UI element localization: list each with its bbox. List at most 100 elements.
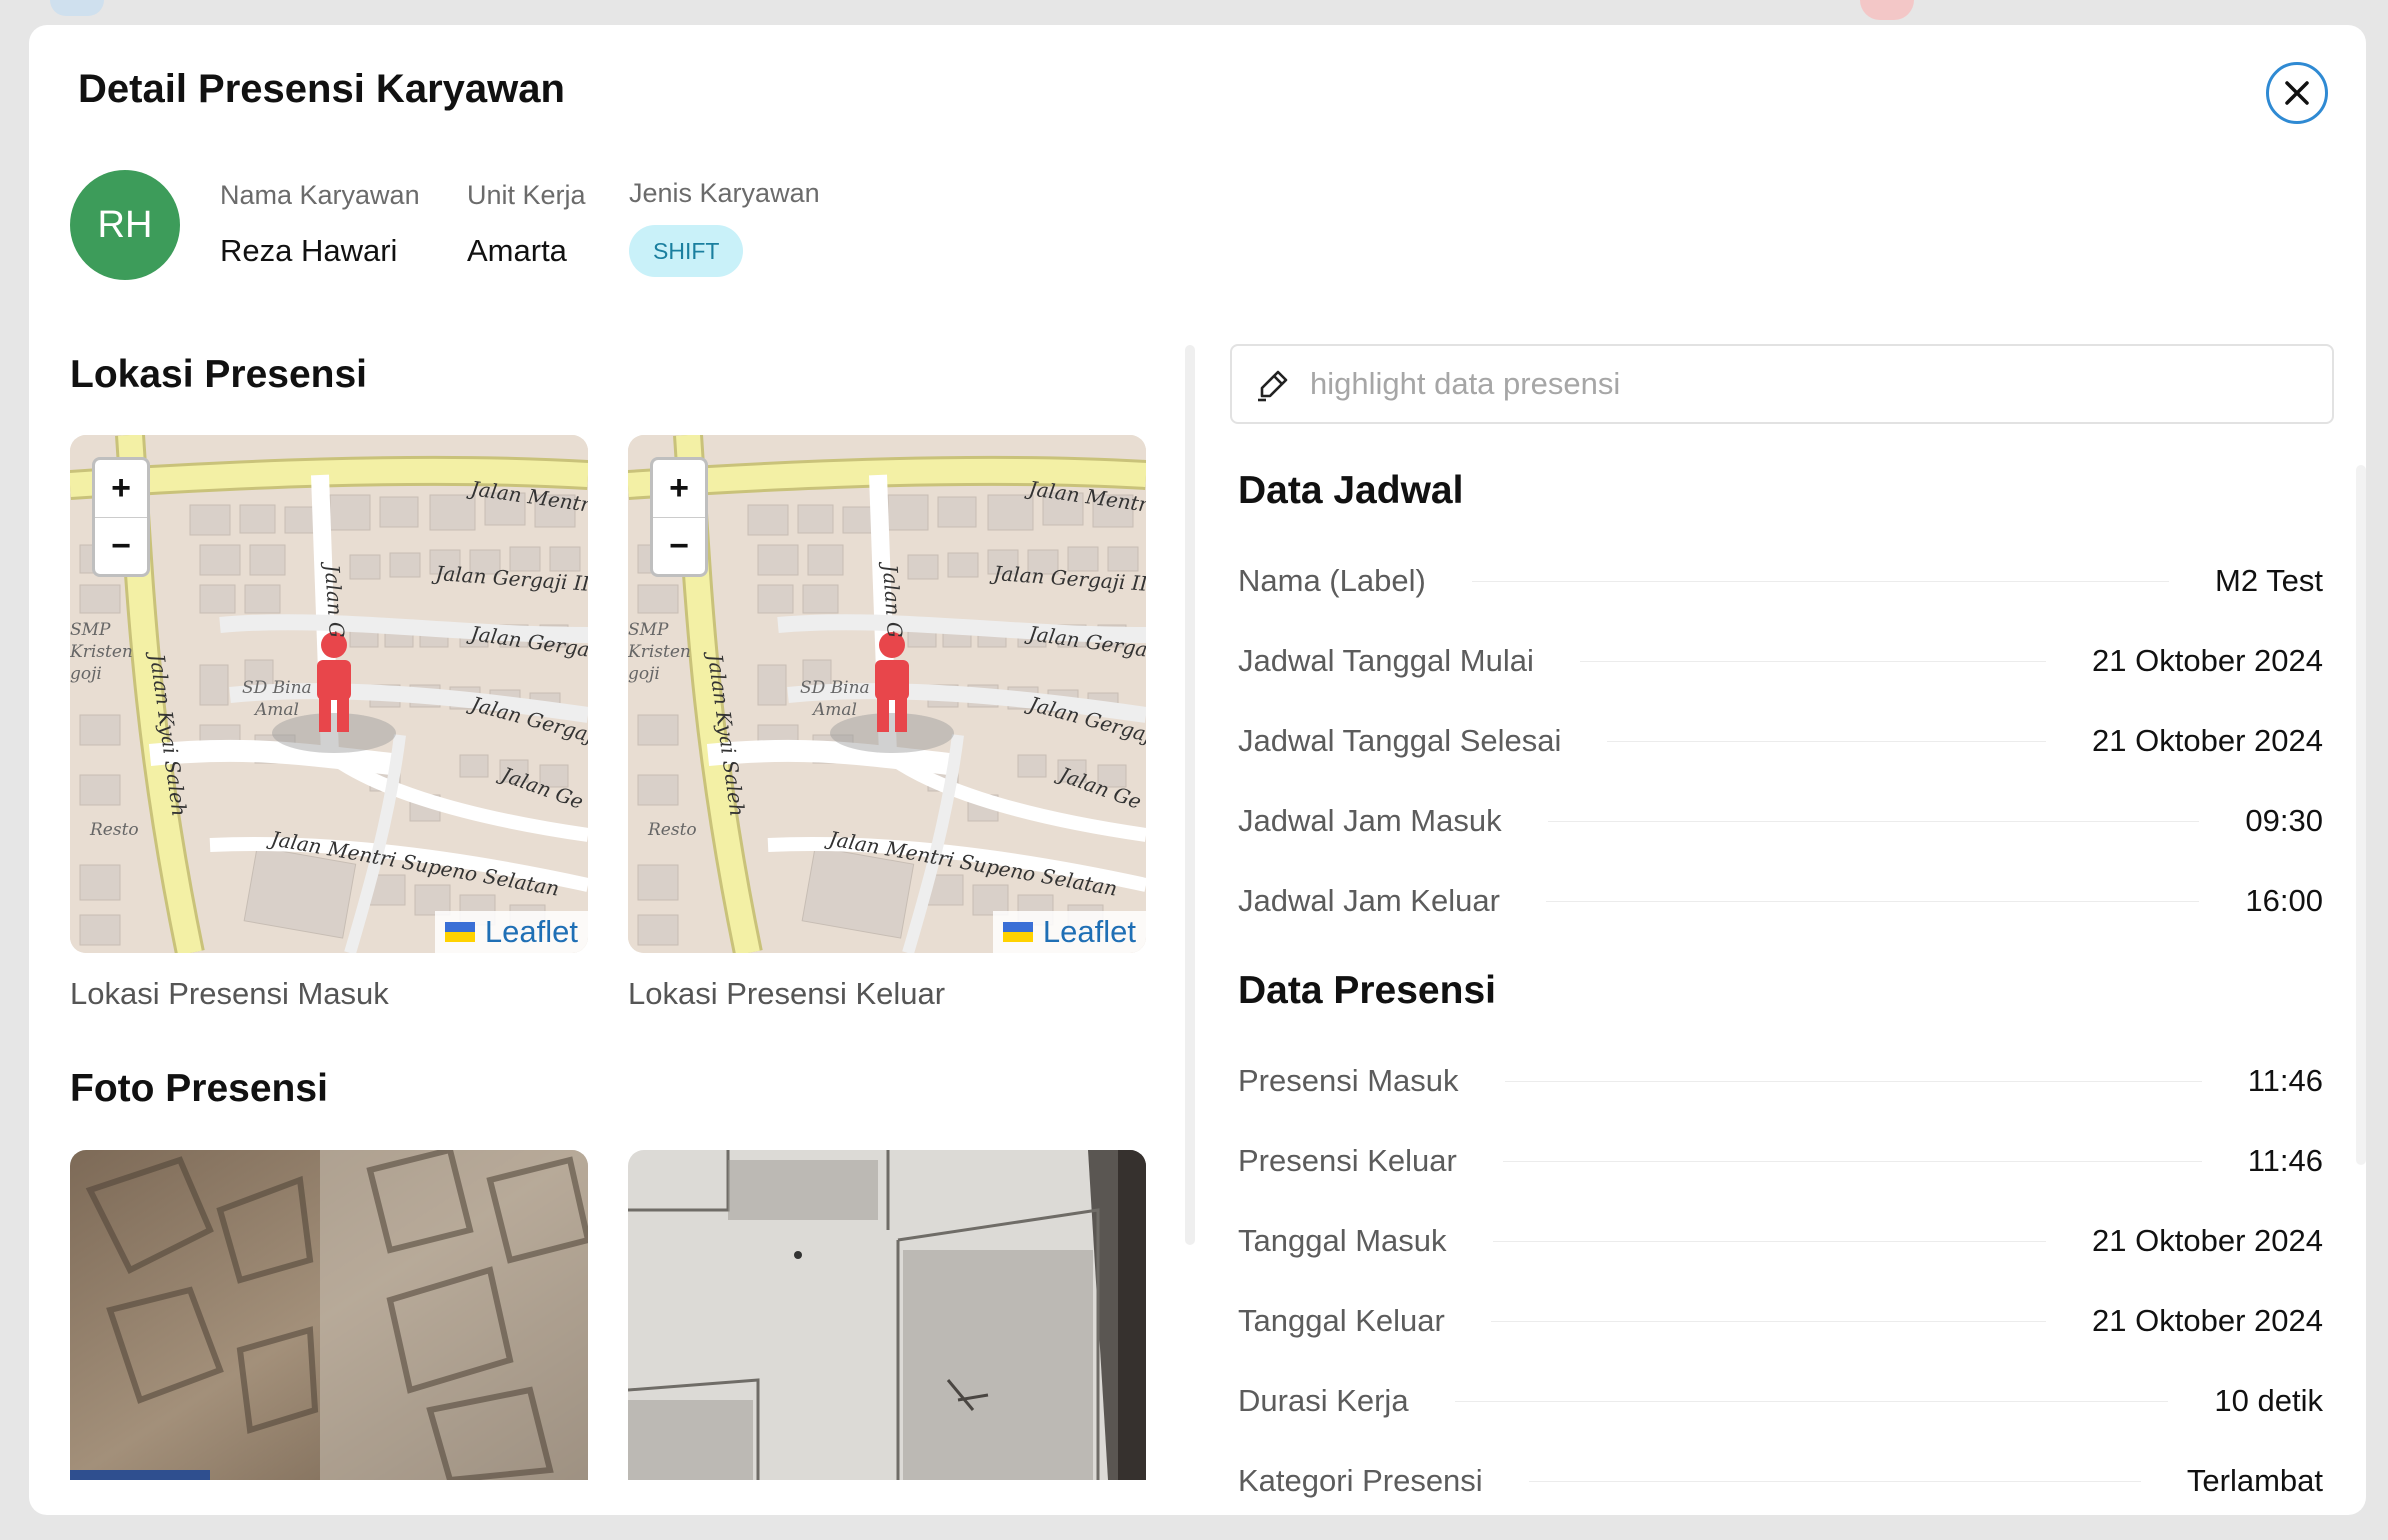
attendance-row-label: Presensi Masuk <box>1238 1063 1459 1098</box>
check-in-photo[interactable] <box>70 1150 588 1480</box>
attendance-row-label: Tanggal Keluar <box>1238 1303 1445 1338</box>
attendance-row: Tanggal Keluar 21 Oktober 2024 <box>1238 1301 2323 1341</box>
attendance-row: Presensi Masuk 11:46 <box>1238 1061 2323 1101</box>
right-panel-scrollbar[interactable] <box>2356 465 2366 1165</box>
work-unit-block: Unit Kerja Amarta <box>467 180 586 269</box>
schedule-row-value: M2 Test <box>2215 563 2323 598</box>
background-blur <box>50 0 104 16</box>
map-attribution: Leaflet <box>434 911 588 953</box>
schedule-row: Jadwal Jam Masuk 09:30 <box>1238 801 2323 841</box>
work-unit-label: Unit Kerja <box>467 180 586 210</box>
map-check-in[interactable]: Jalan Mentr Jalan Gergaji II Jalan Gerga… <box>70 435 588 953</box>
poi-label: SMP <box>70 620 111 640</box>
row-divider <box>1504 1080 2202 1082</box>
employee-name-label: Nama Karyawan <box>220 180 420 210</box>
check-out-location-caption: Lokasi Presensi Keluar <box>628 976 946 1011</box>
schedule-row-label: Jadwal Tanggal Mulai <box>1238 643 1534 678</box>
row-divider <box>1545 900 2200 902</box>
poi-label: Amal <box>253 700 299 720</box>
poi-label: goji <box>628 664 660 684</box>
attendance-row: Presensi Keluar 11:46 <box>1238 1141 2323 1181</box>
highlighter-icon <box>1258 370 1288 402</box>
photo-section-title: Foto Presensi <box>70 1067 328 1110</box>
attendance-row-label: Kategori Presensi <box>1238 1463 1483 1498</box>
poi-label: Resto <box>647 820 697 840</box>
employee-type-label: Jenis Karyawan <box>629 178 820 208</box>
schedule-row-value: 09:30 <box>2245 803 2323 838</box>
check-out-photo[interactable] <box>628 1150 1146 1480</box>
attendance-row: Durasi Kerja 10 detik <box>1238 1381 2323 1421</box>
column-scrollbar[interactable] <box>1185 345 1195 1245</box>
poi-label: SD Bina <box>242 678 312 698</box>
row-divider <box>1490 1320 2047 1322</box>
attendance-row-label: Durasi Kerja <box>1238 1383 1409 1418</box>
row-divider <box>1492 1240 2047 1242</box>
leaflet-link[interactable]: Leaflet <box>485 914 578 950</box>
row-divider <box>1579 660 2047 662</box>
employee-type-block: Jenis Karyawan SHIFT <box>629 178 820 277</box>
poi-label: Resto <box>89 820 139 840</box>
attendance-row-value: Terlambat <box>2186 1463 2323 1498</box>
attendance-row-label: Tanggal Masuk <box>1238 1223 1447 1258</box>
map-zoom-control: + − <box>92 457 150 577</box>
schedule-row-value: 21 Oktober 2024 <box>2092 643 2323 678</box>
attendance-row: Tanggal Masuk 21 Oktober 2024 <box>1238 1221 2323 1261</box>
poi-label: goji <box>70 664 102 684</box>
location-section-title: Lokasi Presensi <box>70 353 367 396</box>
attendance-row-value: 11:46 <box>2247 1143 2323 1178</box>
row-divider <box>1471 580 2170 582</box>
close-icon <box>2285 81 2309 105</box>
background-blur <box>1860 0 1914 20</box>
photo-image <box>628 1150 1146 1480</box>
schedule-row: Jadwal Tanggal Mulai 21 Oktober 2024 <box>1238 641 2323 681</box>
row-divider <box>1607 740 2047 742</box>
poi-label: SMP <box>628 620 669 640</box>
work-unit: Amarta <box>467 233 567 268</box>
attendance-row-value: 21 Oktober 2024 <box>2092 1223 2323 1258</box>
schedule-row: Jadwal Jam Keluar 16:00 <box>1238 881 2323 921</box>
attendance-section-title: Data Presensi <box>1238 969 1496 1012</box>
schedule-row-label: Jadwal Jam Keluar <box>1238 883 1500 918</box>
close-button[interactable] <box>2266 62 2328 124</box>
ukraine-flag-icon <box>1002 922 1033 942</box>
employee-name-block: Nama Karyawan Reza Hawari <box>220 180 420 269</box>
zoom-in-button[interactable]: + <box>653 460 705 517</box>
highlight-search-field[interactable] <box>1230 344 2334 424</box>
schedule-row: Jadwal Tanggal Selesai 21 Oktober 2024 <box>1238 721 2323 761</box>
attendance-row-value: 11:46 <box>2247 1063 2323 1098</box>
poi-label: Kristen <box>70 642 133 662</box>
map-attribution: Leaflet <box>992 911 1146 953</box>
ukraine-flag-icon <box>444 922 475 942</box>
poi-label: SD Bina <box>800 678 870 698</box>
poi-label: Kristen <box>628 642 691 662</box>
zoom-out-button[interactable]: − <box>95 517 147 574</box>
schedule-section-title: Data Jadwal <box>1238 469 1464 512</box>
schedule-row: Nama (Label) M2 Test <box>1238 561 2323 601</box>
zoom-out-button[interactable]: − <box>653 517 705 574</box>
modal-title: Detail Presensi Karyawan <box>78 67 565 111</box>
leaflet-link[interactable]: Leaflet <box>1043 914 1136 950</box>
row-divider <box>1528 1480 2141 1482</box>
highlight-search-input[interactable] <box>1310 346 2310 422</box>
avatar: RH <box>70 170 180 280</box>
row-divider <box>1502 1160 2202 1162</box>
schedule-row-label: Jadwal Jam Masuk <box>1238 803 1502 838</box>
schedule-row-value: 16:00 <box>2245 883 2323 918</box>
photo-image <box>70 1150 588 1480</box>
attendance-row: Kategori Presensi Terlambat <box>1238 1461 2323 1501</box>
row-divider <box>1547 820 2200 822</box>
employee-type-badge: SHIFT <box>629 225 744 277</box>
employee-name: Reza Hawari <box>220 233 398 268</box>
map-zoom-control: + − <box>650 457 708 577</box>
schedule-row-value: 21 Oktober 2024 <box>2092 723 2323 758</box>
check-in-location-caption: Lokasi Presensi Masuk <box>70 976 389 1011</box>
schedule-row-label: Jadwal Tanggal Selesai <box>1238 723 1562 758</box>
attendance-row-value: 10 detik <box>2214 1383 2323 1418</box>
row-divider <box>1454 1400 2169 1402</box>
schedule-row-label: Nama (Label) <box>1238 563 1426 598</box>
attendance-row-label: Presensi Keluar <box>1238 1143 1457 1178</box>
map-check-out[interactable]: Jalan Mentr Jalan Gergaji II Jalan Gerga… <box>628 435 1146 953</box>
poi-label: Amal <box>811 700 857 720</box>
attendance-detail-modal: Detail Presensi Karyawan RH Nama Karyawa… <box>29 25 2366 1515</box>
zoom-in-button[interactable]: + <box>95 460 147 517</box>
